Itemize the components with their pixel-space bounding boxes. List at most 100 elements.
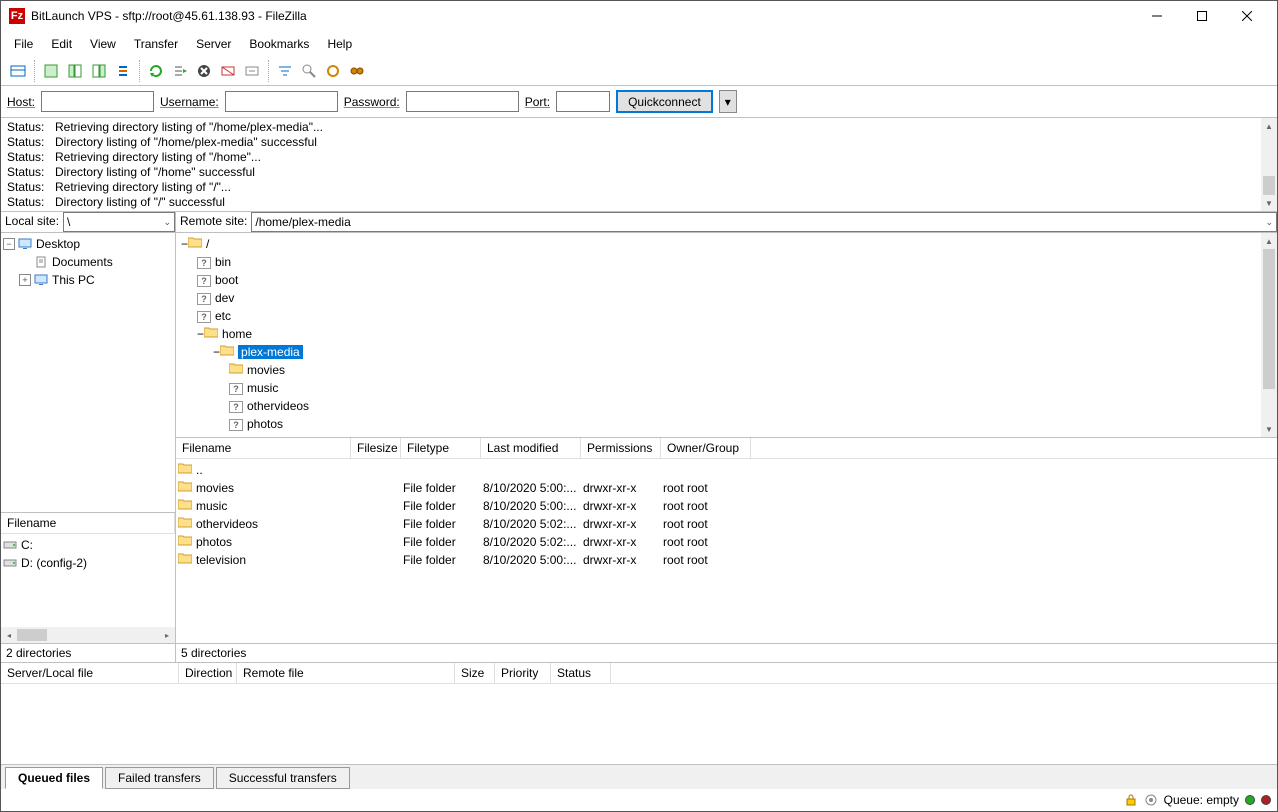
sync-icon[interactable] bbox=[322, 60, 344, 82]
table-row[interactable]: televisionFile folder8/10/2020 5:00:...d… bbox=[178, 551, 1275, 569]
toggle-remote-tree-icon[interactable] bbox=[88, 60, 110, 82]
tree-node[interactable]: ?photos bbox=[181, 415, 1272, 433]
file-owner: root root bbox=[663, 515, 753, 533]
file-modified: 8/10/2020 5:02:... bbox=[483, 515, 583, 533]
tree-node[interactable]: ?music bbox=[181, 379, 1272, 397]
menu-bookmarks[interactable]: Bookmarks bbox=[240, 33, 318, 55]
menu-transfer[interactable]: Transfer bbox=[125, 33, 187, 55]
remote-status: 5 directories bbox=[176, 643, 1277, 662]
search-icon[interactable] bbox=[346, 60, 368, 82]
tree-node[interactable]: movies bbox=[181, 361, 1272, 379]
queue-header[interactable]: Server/Local file Direction Remote file … bbox=[1, 663, 1277, 684]
tree-node[interactable]: +This PC bbox=[3, 271, 173, 289]
tree-node[interactable]: −home bbox=[181, 325, 1272, 343]
host-input[interactable] bbox=[41, 91, 154, 112]
remote-tree[interactable]: −/?bin?boot?dev?etc−home−plex-mediamovie… bbox=[176, 233, 1277, 438]
reconnect-icon[interactable] bbox=[241, 60, 263, 82]
toolbar bbox=[1, 57, 1277, 86]
remote-list-header[interactable]: Filename Filesize Filetype Last modified… bbox=[176, 438, 1277, 459]
compare-icon[interactable] bbox=[298, 60, 320, 82]
queue-col-status[interactable]: Status bbox=[551, 663, 611, 683]
folder-icon bbox=[204, 326, 218, 338]
close-button[interactable] bbox=[1224, 1, 1269, 31]
file-owner: root root bbox=[663, 479, 753, 497]
bottom-status-bar: Queue: empty bbox=[1, 789, 1277, 811]
tree-node[interactable]: ?othervideos bbox=[181, 397, 1272, 415]
menu-server[interactable]: Server bbox=[187, 33, 240, 55]
tree-node[interactable]: ?dev bbox=[181, 289, 1272, 307]
site-manager-icon[interactable] bbox=[7, 60, 29, 82]
unknown-folder-icon: ? bbox=[229, 383, 243, 395]
minimize-button[interactable] bbox=[1134, 1, 1179, 31]
table-row[interactable]: moviesFile folder8/10/2020 5:00:...drwxr… bbox=[178, 479, 1275, 497]
toggle-log-icon[interactable] bbox=[40, 60, 62, 82]
remote-col-filetype[interactable]: Filetype bbox=[401, 438, 481, 458]
list-item[interactable]: D: (config-2) bbox=[3, 554, 173, 572]
file-type: File folder bbox=[403, 479, 483, 497]
tab-failed-transfers[interactable]: Failed transfers bbox=[105, 767, 214, 789]
tree-node[interactable]: −plex-media bbox=[181, 343, 1272, 361]
queue-col-remotefile[interactable]: Remote file bbox=[237, 663, 455, 683]
remote-col-filename[interactable]: Filename bbox=[176, 438, 351, 458]
password-input[interactable] bbox=[406, 91, 519, 112]
queue-col-serverfile[interactable]: Server/Local file bbox=[1, 663, 179, 683]
tree-node[interactable]: ?etc bbox=[181, 307, 1272, 325]
cancel-icon[interactable] bbox=[193, 60, 215, 82]
table-row[interactable]: photosFile folder8/10/2020 5:02:...drwxr… bbox=[178, 533, 1275, 551]
drive-icon bbox=[3, 539, 17, 551]
tree-node[interactable]: ?boot bbox=[181, 271, 1272, 289]
port-input[interactable] bbox=[556, 91, 610, 112]
settings-icon[interactable] bbox=[1144, 793, 1158, 807]
tree-node[interactable]: −Desktop bbox=[3, 235, 173, 253]
tab-queued-files[interactable]: Queued files bbox=[5, 767, 103, 789]
maximize-button[interactable] bbox=[1179, 1, 1224, 31]
table-row[interactable]: musicFile folder8/10/2020 5:00:...drwxr-… bbox=[178, 497, 1275, 515]
tree-node[interactable]: −/ bbox=[181, 235, 1272, 253]
tree-label: Desktop bbox=[36, 235, 80, 253]
file-owner: root root bbox=[663, 533, 753, 551]
menu-file[interactable]: File bbox=[5, 33, 42, 55]
status-label: Status: bbox=[7, 195, 55, 210]
lock-icon[interactable] bbox=[1124, 793, 1138, 807]
menu-help[interactable]: Help bbox=[318, 33, 361, 55]
local-list-header[interactable]: Filename bbox=[1, 513, 175, 534]
queue-col-size[interactable]: Size bbox=[455, 663, 495, 683]
file-type: File folder bbox=[403, 533, 483, 551]
remote-site-bar: Remote site: /home/plex-media ⌄ bbox=[176, 212, 1277, 233]
tab-successful-transfers[interactable]: Successful transfers bbox=[216, 767, 350, 789]
toggle-queue-icon[interactable] bbox=[112, 60, 134, 82]
menu-view[interactable]: View bbox=[81, 33, 125, 55]
list-item[interactable]: C: bbox=[3, 536, 173, 554]
process-queue-icon[interactable] bbox=[169, 60, 191, 82]
queue-col-priority[interactable]: Priority bbox=[495, 663, 551, 683]
quickconnect-history-dropdown[interactable]: ▾ bbox=[719, 90, 737, 113]
local-hscrollbar[interactable]: ◂ ▸ bbox=[1, 627, 175, 643]
queue-col-direction[interactable]: Direction bbox=[179, 663, 237, 683]
quickconnect-button[interactable]: Quickconnect bbox=[616, 90, 713, 113]
disconnect-icon[interactable] bbox=[217, 60, 239, 82]
remote-col-permissions[interactable]: Permissions bbox=[581, 438, 661, 458]
remote-path-dropdown[interactable]: /home/plex-media ⌄ bbox=[251, 212, 1277, 232]
local-col-filename[interactable]: Filename bbox=[1, 513, 175, 533]
menu-edit[interactable]: Edit bbox=[42, 33, 81, 55]
table-row[interactable]: .. bbox=[178, 461, 1275, 479]
refresh-icon[interactable] bbox=[145, 60, 167, 82]
tree-node[interactable]: Documents bbox=[3, 253, 173, 271]
username-input[interactable] bbox=[225, 91, 338, 112]
tree-node[interactable]: ?bin bbox=[181, 253, 1272, 271]
local-tree[interactable]: −DesktopDocuments+This PC bbox=[1, 233, 175, 512]
drive-label: C: bbox=[21, 536, 33, 554]
remote-tree-scrollbar[interactable]: ▲ ▼ bbox=[1261, 233, 1277, 437]
local-list-body[interactable]: C:D: (config-2) bbox=[1, 534, 175, 627]
local-path-dropdown[interactable]: \ ⌄ bbox=[63, 212, 175, 232]
toggle-local-tree-icon[interactable] bbox=[64, 60, 86, 82]
remote-col-filesize[interactable]: Filesize bbox=[351, 438, 401, 458]
remote-list-body[interactable]: ..moviesFile folder8/10/2020 5:00:...drw… bbox=[176, 459, 1277, 643]
remote-col-owner[interactable]: Owner/Group bbox=[661, 438, 751, 458]
status-message: Directory listing of "/home/plex-media" … bbox=[55, 135, 317, 150]
filter-icon[interactable] bbox=[274, 60, 296, 82]
remote-col-modified[interactable]: Last modified bbox=[481, 438, 581, 458]
table-row[interactable]: othervideosFile folder8/10/2020 5:02:...… bbox=[178, 515, 1275, 533]
doc-icon bbox=[34, 256, 48, 268]
status-scrollbar[interactable]: ▲ ▼ bbox=[1261, 118, 1277, 211]
